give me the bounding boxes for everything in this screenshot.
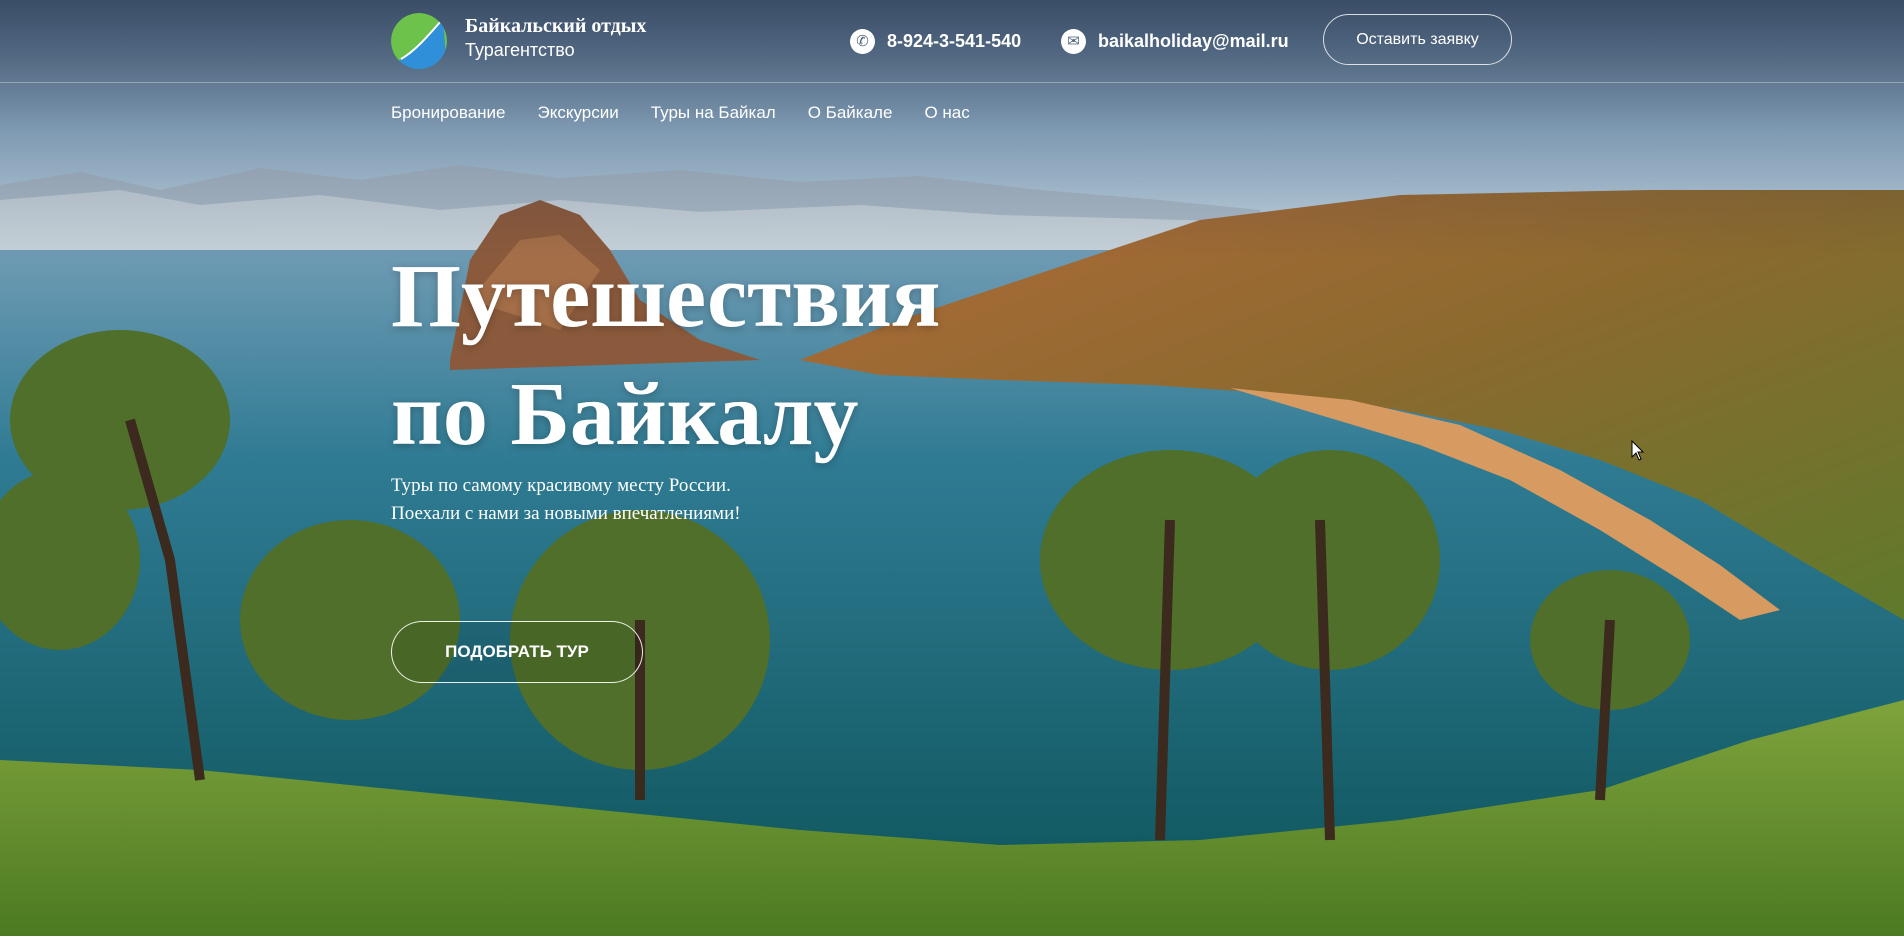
hero-overlay xyxy=(0,0,1904,936)
nav-item-excursions[interactable]: Экскурсии xyxy=(538,103,619,123)
phone-number[interactable]: 8-924-3-541-540 xyxy=(887,31,1021,52)
brand-subtitle: Турагентство xyxy=(465,40,575,60)
hero-section: Байкальский отдых Турагентство ✆ 8-924-3… xyxy=(0,0,1904,936)
mouse-cursor-icon xyxy=(1631,440,1645,461)
nav-item-about-baikal[interactable]: О Байкале xyxy=(808,103,893,123)
logo-icon[interactable] xyxy=(391,13,447,69)
hero-subtitle-line-1: Туры по самому красивому месту России. xyxy=(391,475,731,496)
nav-item-tours[interactable]: Туры на Байкал xyxy=(651,103,776,123)
mail-icon: ✉ xyxy=(1061,28,1086,54)
hero-title: Путешествия по Байкалу xyxy=(391,238,941,474)
nav-item-about-us[interactable]: О нас xyxy=(924,103,969,123)
nav-item-booking[interactable]: Бронирование xyxy=(391,103,506,123)
phone-contact[interactable]: ✆ 8-924-3-541-540 xyxy=(850,28,1021,54)
email-address[interactable]: baikalholiday@mail.ru xyxy=(1098,31,1289,52)
hero-subtitle-line-2: Поехали с нами за новыми впечатлениями! xyxy=(391,503,741,524)
brand-name[interactable]: Байкальский отдых xyxy=(465,15,646,38)
main-nav: Бронирование Экскурсии Туры на Байкал О … xyxy=(391,103,1002,123)
hero-title-line-1: Путешествия xyxy=(391,247,941,346)
hero-subtitle: Туры по самому красивому месту России. П… xyxy=(391,472,741,528)
header: Байкальский отдых Турагентство ✆ 8-924-3… xyxy=(0,0,1904,83)
request-button[interactable]: Оставить заявку xyxy=(1323,14,1512,65)
email-contact[interactable]: ✉ baikalholiday@mail.ru xyxy=(1061,28,1289,54)
phone-icon: ✆ xyxy=(850,28,875,54)
hero-title-line-2: по Байкалу xyxy=(391,365,859,464)
find-tour-button[interactable]: ПОДОБРАТЬ ТУР xyxy=(391,621,643,683)
